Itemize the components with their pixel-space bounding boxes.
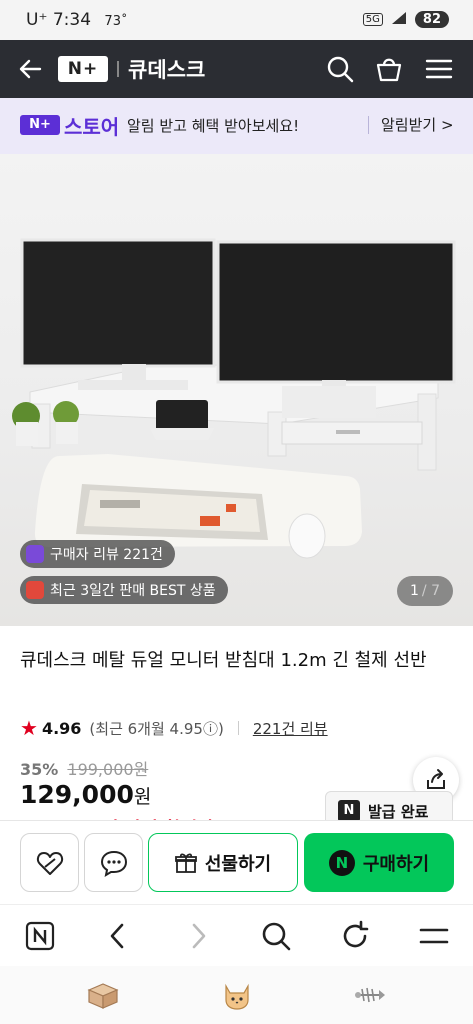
discount-row: 35% 199,000원	[20, 756, 148, 780]
shopping-bag-icon[interactable]	[374, 54, 404, 84]
coupon-label: 발급 완료	[368, 802, 429, 821]
buy-button[interactable]: N 구매하기	[304, 833, 454, 892]
naver-plus-logo[interactable]: N+	[58, 56, 108, 82]
rating-divider	[237, 721, 239, 735]
browser-toolbar	[0, 904, 473, 966]
gift-button[interactable]: 선물하기	[148, 833, 298, 892]
review-pill-label: 구매자 리뷰 221건	[50, 547, 163, 563]
status-left: U⁺ 7:34 73˚	[26, 10, 127, 30]
gift-button-label: 선물하기	[204, 853, 272, 875]
store-notification-banner: N+ 스토어 알림 받고 혜택 받아보세요! 알림받기 >	[0, 98, 473, 154]
banner-message: 알림 받고 혜택 받아보세요!	[127, 117, 300, 135]
app-header: N+ 큐데스크	[0, 40, 473, 98]
search-icon[interactable]	[325, 54, 355, 84]
sale-price-value: 129,000	[20, 780, 134, 809]
heart-icon	[36, 851, 63, 875]
talk-button[interactable]	[84, 833, 143, 892]
search-icon[interactable]	[260, 920, 292, 952]
image-counter-current: 1	[410, 583, 419, 599]
product-image-carousel[interactable]: 구매자 리뷰 221건 최근 3일간 판매 BEST 상품	[0, 154, 473, 626]
banner-divider	[368, 116, 369, 134]
naver-n-icon: N	[338, 800, 360, 822]
chat-bubble-icon	[100, 850, 127, 877]
subscribe-alert-button[interactable]: 알림받기 >	[381, 114, 454, 135]
temperature: 73˚	[104, 14, 128, 29]
discount-percent: 35%	[20, 760, 59, 779]
image-counter: 1 / 7	[397, 576, 453, 606]
naver-pay-icon: N	[328, 849, 355, 876]
refresh-icon[interactable]	[339, 920, 371, 952]
recent-rating[interactable]: (최근 6개월 4.95ⓘ)	[89, 718, 223, 739]
review-count-link[interactable]: 221건 리뷰	[253, 718, 328, 739]
back-arrow-icon[interactable]	[16, 54, 46, 84]
review-bag-icon	[26, 545, 44, 563]
purchase-action-bar: 선물하기 N 구매하기	[0, 820, 473, 904]
rating-score: 4.96	[41, 718, 82, 738]
store-title[interactable]: 큐데스크	[128, 54, 205, 84]
system-navigation-bar	[0, 966, 473, 1024]
best-pill-label: 최근 3일간 판매 BEST 상품	[50, 583, 216, 599]
sale-price: 129,000원	[20, 780, 151, 809]
naver-plus-badge: N+	[20, 115, 60, 135]
carrier-label: U⁺	[26, 10, 48, 30]
image-counter-total: / 7	[421, 583, 440, 599]
status-bar: U⁺ 7:34 73˚ 5G 82	[0, 0, 473, 40]
back-icon[interactable]	[102, 920, 134, 952]
gift-icon	[174, 852, 197, 873]
forward-icon[interactable]	[182, 920, 214, 952]
signal-icon	[391, 10, 407, 29]
cat-icon[interactable]	[220, 978, 254, 1012]
fishbone-icon[interactable]	[352, 978, 386, 1012]
battery-level: 82	[414, 11, 449, 28]
clock: 7:34	[52, 10, 92, 30]
menu-icon[interactable]	[418, 920, 450, 952]
header-divider	[117, 61, 119, 77]
status-right: 5G 82	[362, 10, 449, 29]
wishlist-button[interactable]	[20, 833, 79, 892]
sale-price-unit: 원	[133, 786, 152, 808]
store-label: 스토어	[64, 115, 120, 139]
box-icon[interactable]	[86, 978, 120, 1012]
star-icon: ★	[20, 716, 38, 740]
best-seller-pill: 최근 3일간 판매 BEST 상품	[20, 576, 228, 604]
original-price: 199,000원	[67, 760, 149, 779]
naver-home-icon[interactable]	[24, 920, 56, 952]
review-count-pill[interactable]: 구매자 리뷰 221건	[20, 540, 175, 568]
gift-box-icon	[26, 581, 44, 599]
product-title: 큐데스크 메탈 듀얼 모니터 받침대 1.2m 긴 철제 선반	[20, 650, 427, 671]
menu-icon[interactable]	[424, 54, 454, 84]
buy-button-label: 구매하기	[362, 853, 430, 875]
share-icon	[427, 769, 445, 789]
network-indicator: 5G	[362, 13, 383, 26]
rating-row: ★ 4.96 (최근 6개월 4.95ⓘ) 221건 리뷰	[20, 716, 328, 740]
